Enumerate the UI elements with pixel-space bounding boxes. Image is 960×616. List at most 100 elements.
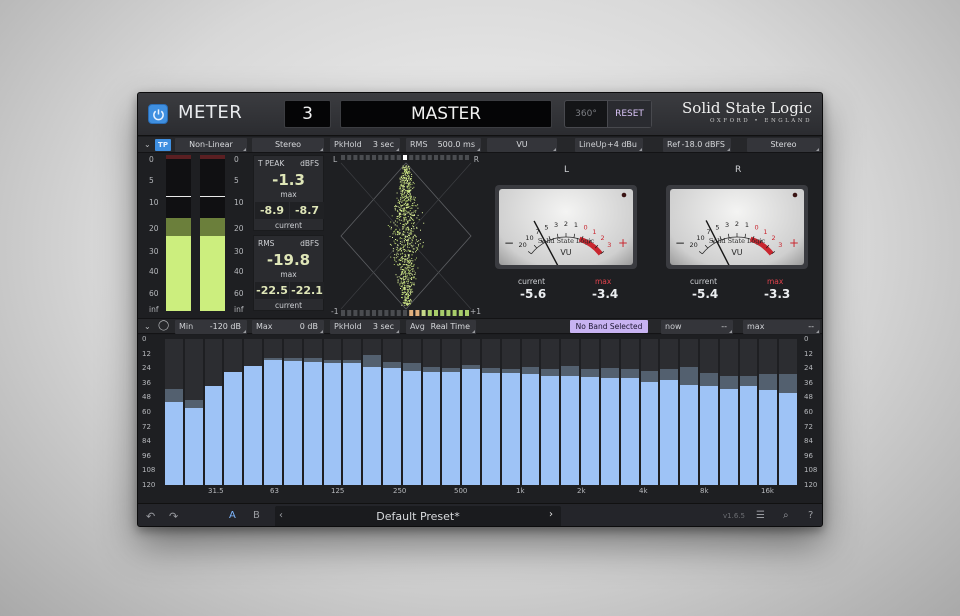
spectrum-max-dropdown[interactable]: Max 0 dB <box>252 320 324 334</box>
vectorscope-sample <box>401 238 403 239</box>
vectorscope-sample <box>404 304 406 306</box>
vectorscope-sample <box>408 255 410 257</box>
spectrum-band[interactable] <box>382 339 401 485</box>
vectorscope-sample <box>407 236 408 238</box>
vectorscope-sample <box>416 241 418 243</box>
spectrum-band[interactable] <box>501 339 520 485</box>
vectorscope-sample <box>395 257 397 259</box>
spectrum-band[interactable] <box>422 339 441 485</box>
channel-mode-dropdown[interactable]: Stereo <box>252 138 324 152</box>
reset-button[interactable]: RESET <box>607 101 651 127</box>
vu-mode-dropdown[interactable]: VU <box>487 138 557 152</box>
spectrum-band[interactable] <box>184 339 203 485</box>
spectrum-band[interactable] <box>264 339 282 485</box>
spectrum-band[interactable] <box>581 339 599 485</box>
ab-slot-b[interactable]: B <box>253 510 260 521</box>
vu-right-max-value[interactable]: -3.3 <box>764 287 790 301</box>
slot-number[interactable]: 3 <box>284 100 331 128</box>
collapse-chevron-icon[interactable]: ⌄ <box>144 322 151 331</box>
spectrum-band[interactable] <box>343 339 362 485</box>
spectrum-band[interactable] <box>561 339 580 485</box>
preset-selector[interactable]: ‹ Default Preset* › <box>275 506 561 526</box>
spectrum-band[interactable] <box>779 339 797 485</box>
spectrum-band[interactable] <box>699 339 718 485</box>
next-preset-icon[interactable]: › <box>549 509 553 520</box>
vectorscope-sample <box>403 272 405 274</box>
refresh-icon[interactable]: ◯ <box>158 320 169 331</box>
search-icon[interactable]: ⌕ <box>783 510 789 521</box>
scale-mode-dropdown[interactable]: Non-Linear <box>175 138 247 152</box>
vectorscope-sample <box>396 209 398 211</box>
spectrum-band[interactable] <box>244 339 263 485</box>
vectorscope-sample <box>399 248 401 250</box>
vectorscope-sample <box>416 227 418 229</box>
vectorscope-sample <box>401 182 403 184</box>
power-button[interactable] <box>148 104 168 124</box>
spectrum-band[interactable] <box>323 339 342 485</box>
spectrum-band[interactable] <box>482 339 500 485</box>
spectrum-band[interactable] <box>303 339 322 485</box>
rms-max-value[interactable]: -19.8 <box>254 251 323 269</box>
vectorscope-sample <box>418 240 420 242</box>
spectrum-band[interactable] <box>620 339 639 485</box>
vectorscope-sample <box>408 266 410 268</box>
vectorscope-sample <box>405 213 407 215</box>
spectrum-band[interactable] <box>283 339 302 485</box>
vectorscope-sample <box>416 249 417 251</box>
spectrum-band[interactable] <box>640 339 659 485</box>
vectorscope-sample <box>408 175 409 176</box>
spectrum-avg-dropdown[interactable]: Avg Real Time <box>406 320 476 334</box>
true-peak-toggle[interactable]: TP <box>155 139 171 151</box>
spectrum-band[interactable] <box>462 339 480 485</box>
spectrum-level-bar <box>501 373 520 485</box>
vectorscope-sample <box>408 220 410 222</box>
vectorscope-sample <box>406 200 408 202</box>
vu-channel-dropdown[interactable]: Stereo <box>747 138 820 152</box>
preset-name[interactable]: Default Preset* <box>275 510 561 523</box>
vectorscope-sample <box>404 186 405 188</box>
vectorscope-sample <box>399 177 401 179</box>
spectrum-band[interactable] <box>165 339 183 485</box>
vectorscope-sample <box>402 200 404 202</box>
spectrum-pkhold-dropdown[interactable]: PkHold 3 sec <box>330 320 400 334</box>
vectorscope-sample <box>398 233 400 235</box>
pkhold-dropdown[interactable]: PkHold 3 sec <box>330 138 400 152</box>
undo-icon[interactable]: ↶ <box>146 510 155 523</box>
vu-left-max-value[interactable]: -3.4 <box>592 287 618 301</box>
spectrum-band[interactable] <box>719 339 738 485</box>
vectorscope-sample <box>404 245 406 247</box>
vectorscope-sample <box>406 267 408 269</box>
rms-window-dropdown[interactable]: RMS 500.0 ms <box>406 138 481 152</box>
spectrum-band[interactable] <box>442 339 461 485</box>
spectrum-band[interactable] <box>541 339 560 485</box>
true-peak-max-value[interactable]: -1.3 <box>254 171 323 189</box>
spectrum-x-tick: 1k <box>516 487 525 495</box>
spectrum-band[interactable] <box>660 339 679 485</box>
vectorscope-sample <box>402 179 404 181</box>
spectrum-band[interactable] <box>600 339 619 485</box>
lineup-dropdown[interactable]: LineUp +4 dBu <box>575 138 643 152</box>
spectrum-band[interactable] <box>739 339 758 485</box>
spectrum-level-bar <box>323 363 342 485</box>
spectrum-band[interactable] <box>759 339 778 485</box>
vectorscope-sample <box>413 282 415 284</box>
spectrum-band[interactable] <box>521 339 540 485</box>
collapse-chevron-icon[interactable]: ⌄ <box>144 140 151 149</box>
vectorscope-sample <box>409 181 411 183</box>
settings-sliders-icon[interactable]: ☰ <box>756 510 765 521</box>
vectorscope-sample <box>397 231 399 232</box>
bus-name-field[interactable]: MASTER <box>340 100 552 128</box>
ref-dropdown[interactable]: Ref -18.0 dBFS <box>663 138 731 152</box>
spectrum-band[interactable] <box>204 339 223 485</box>
spectrum-band[interactable] <box>402 339 421 485</box>
spectrum-band[interactable] <box>224 339 243 485</box>
view-360-button[interactable]: 360° <box>565 101 607 127</box>
spectrum-band[interactable] <box>363 339 381 485</box>
redo-icon[interactable]: ↷ <box>169 510 178 523</box>
ab-slot-a[interactable]: A <box>229 510 236 521</box>
spectrum-min-dropdown[interactable]: Min -120 dB <box>175 320 247 334</box>
spectrum-band[interactable] <box>680 339 698 485</box>
spectrum-y-tick: 84 <box>142 437 151 446</box>
vectorscope-sample <box>405 302 407 304</box>
help-icon[interactable]: ? <box>808 510 813 521</box>
